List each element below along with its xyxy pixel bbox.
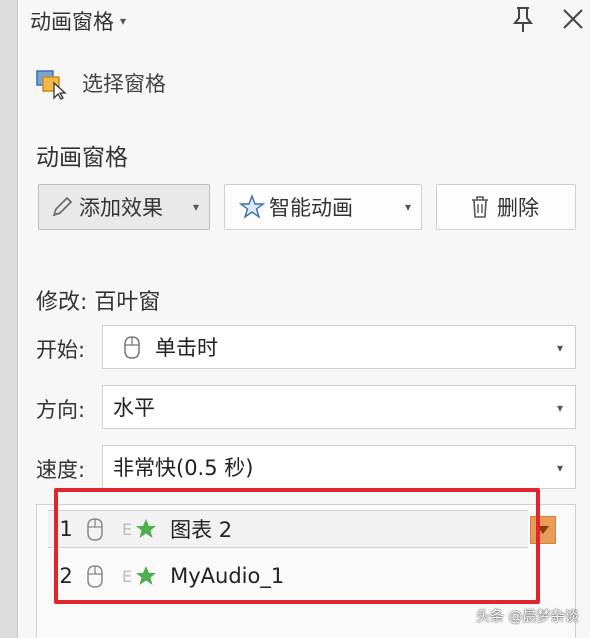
add-effect-label: 添加效果: [79, 196, 163, 220]
item-dropdown-button[interactable]: [530, 516, 556, 544]
select-pane-link[interactable]: 选择窗格: [34, 66, 166, 100]
delete-button[interactable]: 删除: [436, 184, 576, 230]
trash-icon: [472, 196, 488, 218]
item-number: 1: [59, 517, 73, 541]
select-pane-icon: [36, 70, 67, 100]
effect-marker: E: [122, 519, 133, 539]
mouse-icon: [87, 565, 103, 588]
speed-value: 非常快(0.5 秒): [113, 456, 254, 480]
smart-animation-label: 智能动画: [269, 196, 353, 220]
pane-title-menu[interactable]: 动画窗格 ▾: [30, 6, 126, 36]
star-sparkle-icon: [239, 194, 265, 219]
left-edge-strip: [0, 0, 18, 638]
chevron-down-icon: ▾: [404, 200, 411, 214]
direction-value: 水平: [113, 396, 155, 420]
close-icon[interactable]: [556, 2, 590, 36]
mouse-icon: [87, 518, 103, 541]
pin-icon[interactable]: [506, 2, 540, 36]
speed-label: 速度:: [36, 458, 86, 482]
pencil-icon: [52, 196, 73, 217]
speed-select[interactable]: 非常快(0.5 秒) ▾: [102, 445, 576, 489]
smart-animation-button[interactable]: 智能动画 ▾: [224, 184, 422, 230]
modify-effect-label: 修改: 百叶窗: [36, 290, 161, 315]
item-name: 图表 2: [170, 518, 233, 542]
section-title: 动画窗格: [36, 145, 128, 171]
delete-label: 删除: [497, 196, 539, 220]
start-value: 单击时: [155, 336, 218, 360]
star-icon: [136, 566, 157, 585]
pane-title: 动画窗格: [30, 10, 114, 34]
watermark: 头条 @晨梦杂谈: [476, 609, 579, 625]
select-pane-label: 选择窗格: [82, 72, 166, 96]
effect-marker: E: [122, 566, 133, 586]
list-item[interactable]: 1 E 图表 2: [48, 510, 528, 548]
list-item[interactable]: 2 E MyAudio_1: [48, 557, 528, 595]
chevron-down-icon: ▾: [192, 200, 199, 214]
mouse-icon: [124, 336, 140, 359]
star-icon: [136, 519, 157, 538]
add-effect-button[interactable]: 添加效果 ▾: [38, 184, 210, 230]
chevron-down-icon: ▾: [556, 341, 563, 355]
chevron-down-icon: ▾: [120, 14, 127, 28]
animation-pane: 动画窗格 ▾ 选择窗格 动画窗格 添加效果 ▾ 智能动画 ▾ 删除 修改: 百叶…: [18, 0, 590, 638]
start-label: 开始:: [36, 338, 86, 362]
chevron-down-icon: ▾: [556, 401, 563, 415]
direction-label: 方向:: [36, 398, 86, 422]
direction-select[interactable]: 水平 ▾: [102, 385, 576, 429]
item-number: 2: [59, 564, 73, 588]
triangle-down-icon: [537, 526, 549, 534]
start-select[interactable]: 单击时 ▾: [102, 325, 576, 369]
chevron-down-icon: ▾: [556, 461, 563, 475]
item-name: MyAudio_1: [170, 564, 285, 588]
